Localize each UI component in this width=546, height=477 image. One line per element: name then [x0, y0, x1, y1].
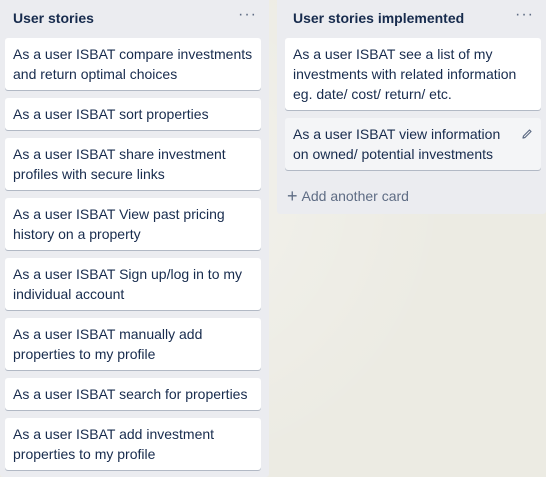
card[interactable]: As a user ISBAT add investment propertie…	[5, 418, 261, 470]
card-title: As a user ISBAT Sign up/log in to my ind…	[13, 266, 243, 302]
list-user-stories-implemented: User stories implemented ··· As a user I…	[277, 0, 546, 214]
card-title: As a user ISBAT manually add properties …	[13, 326, 203, 362]
card[interactable]: As a user ISBAT see a list of my investm…	[285, 38, 541, 110]
card-title: As a user ISBAT sort properties	[13, 106, 209, 122]
add-card-label: Add another card	[301, 188, 409, 204]
list-user-stories: User stories ··· As a user ISBAT compare…	[0, 0, 269, 477]
add-card-button[interactable]: + Add another card	[287, 185, 527, 207]
pencil-icon[interactable]	[519, 126, 535, 142]
card[interactable]: As a user ISBAT sort properties	[5, 98, 261, 130]
card-title: As a user ISBAT add investment propertie…	[13, 426, 215, 462]
card[interactable]: As a user ISBAT search for properties	[5, 378, 261, 410]
list-title[interactable]: User stories	[13, 10, 94, 26]
list-header[interactable]: User stories implemented ···	[277, 0, 546, 36]
card-title: As a user ISBAT view information on owne…	[293, 126, 501, 162]
ellipsis-icon[interactable]: ···	[238, 7, 257, 23]
card[interactable]: As a user ISBAT View past pricing histor…	[5, 198, 261, 250]
card-title: As a user ISBAT compare investments and …	[13, 46, 253, 82]
card[interactable]: As a user ISBAT Sign up/log in to my ind…	[5, 258, 261, 310]
list-header[interactable]: User stories ···	[0, 0, 269, 36]
card-title: As a user ISBAT View past pricing histor…	[13, 206, 225, 242]
list-title[interactable]: User stories implemented	[293, 10, 464, 26]
card[interactable]: As a user ISBAT share investment profile…	[5, 138, 261, 190]
card-title: As a user ISBAT see a list of my investm…	[293, 46, 517, 102]
board: User stories ··· As a user ISBAT compare…	[0, 0, 546, 477]
plus-icon: +	[287, 186, 298, 206]
card[interactable]: As a user ISBAT compare investments and …	[5, 38, 261, 90]
ellipsis-icon[interactable]: ···	[515, 7, 534, 23]
card-title: As a user ISBAT share investment profile…	[13, 146, 226, 182]
card-title: As a user ISBAT search for properties	[13, 386, 248, 402]
card[interactable]: As a user ISBAT manually add properties …	[5, 318, 261, 370]
card[interactable]: As a user ISBAT view information on owne…	[285, 118, 541, 170]
